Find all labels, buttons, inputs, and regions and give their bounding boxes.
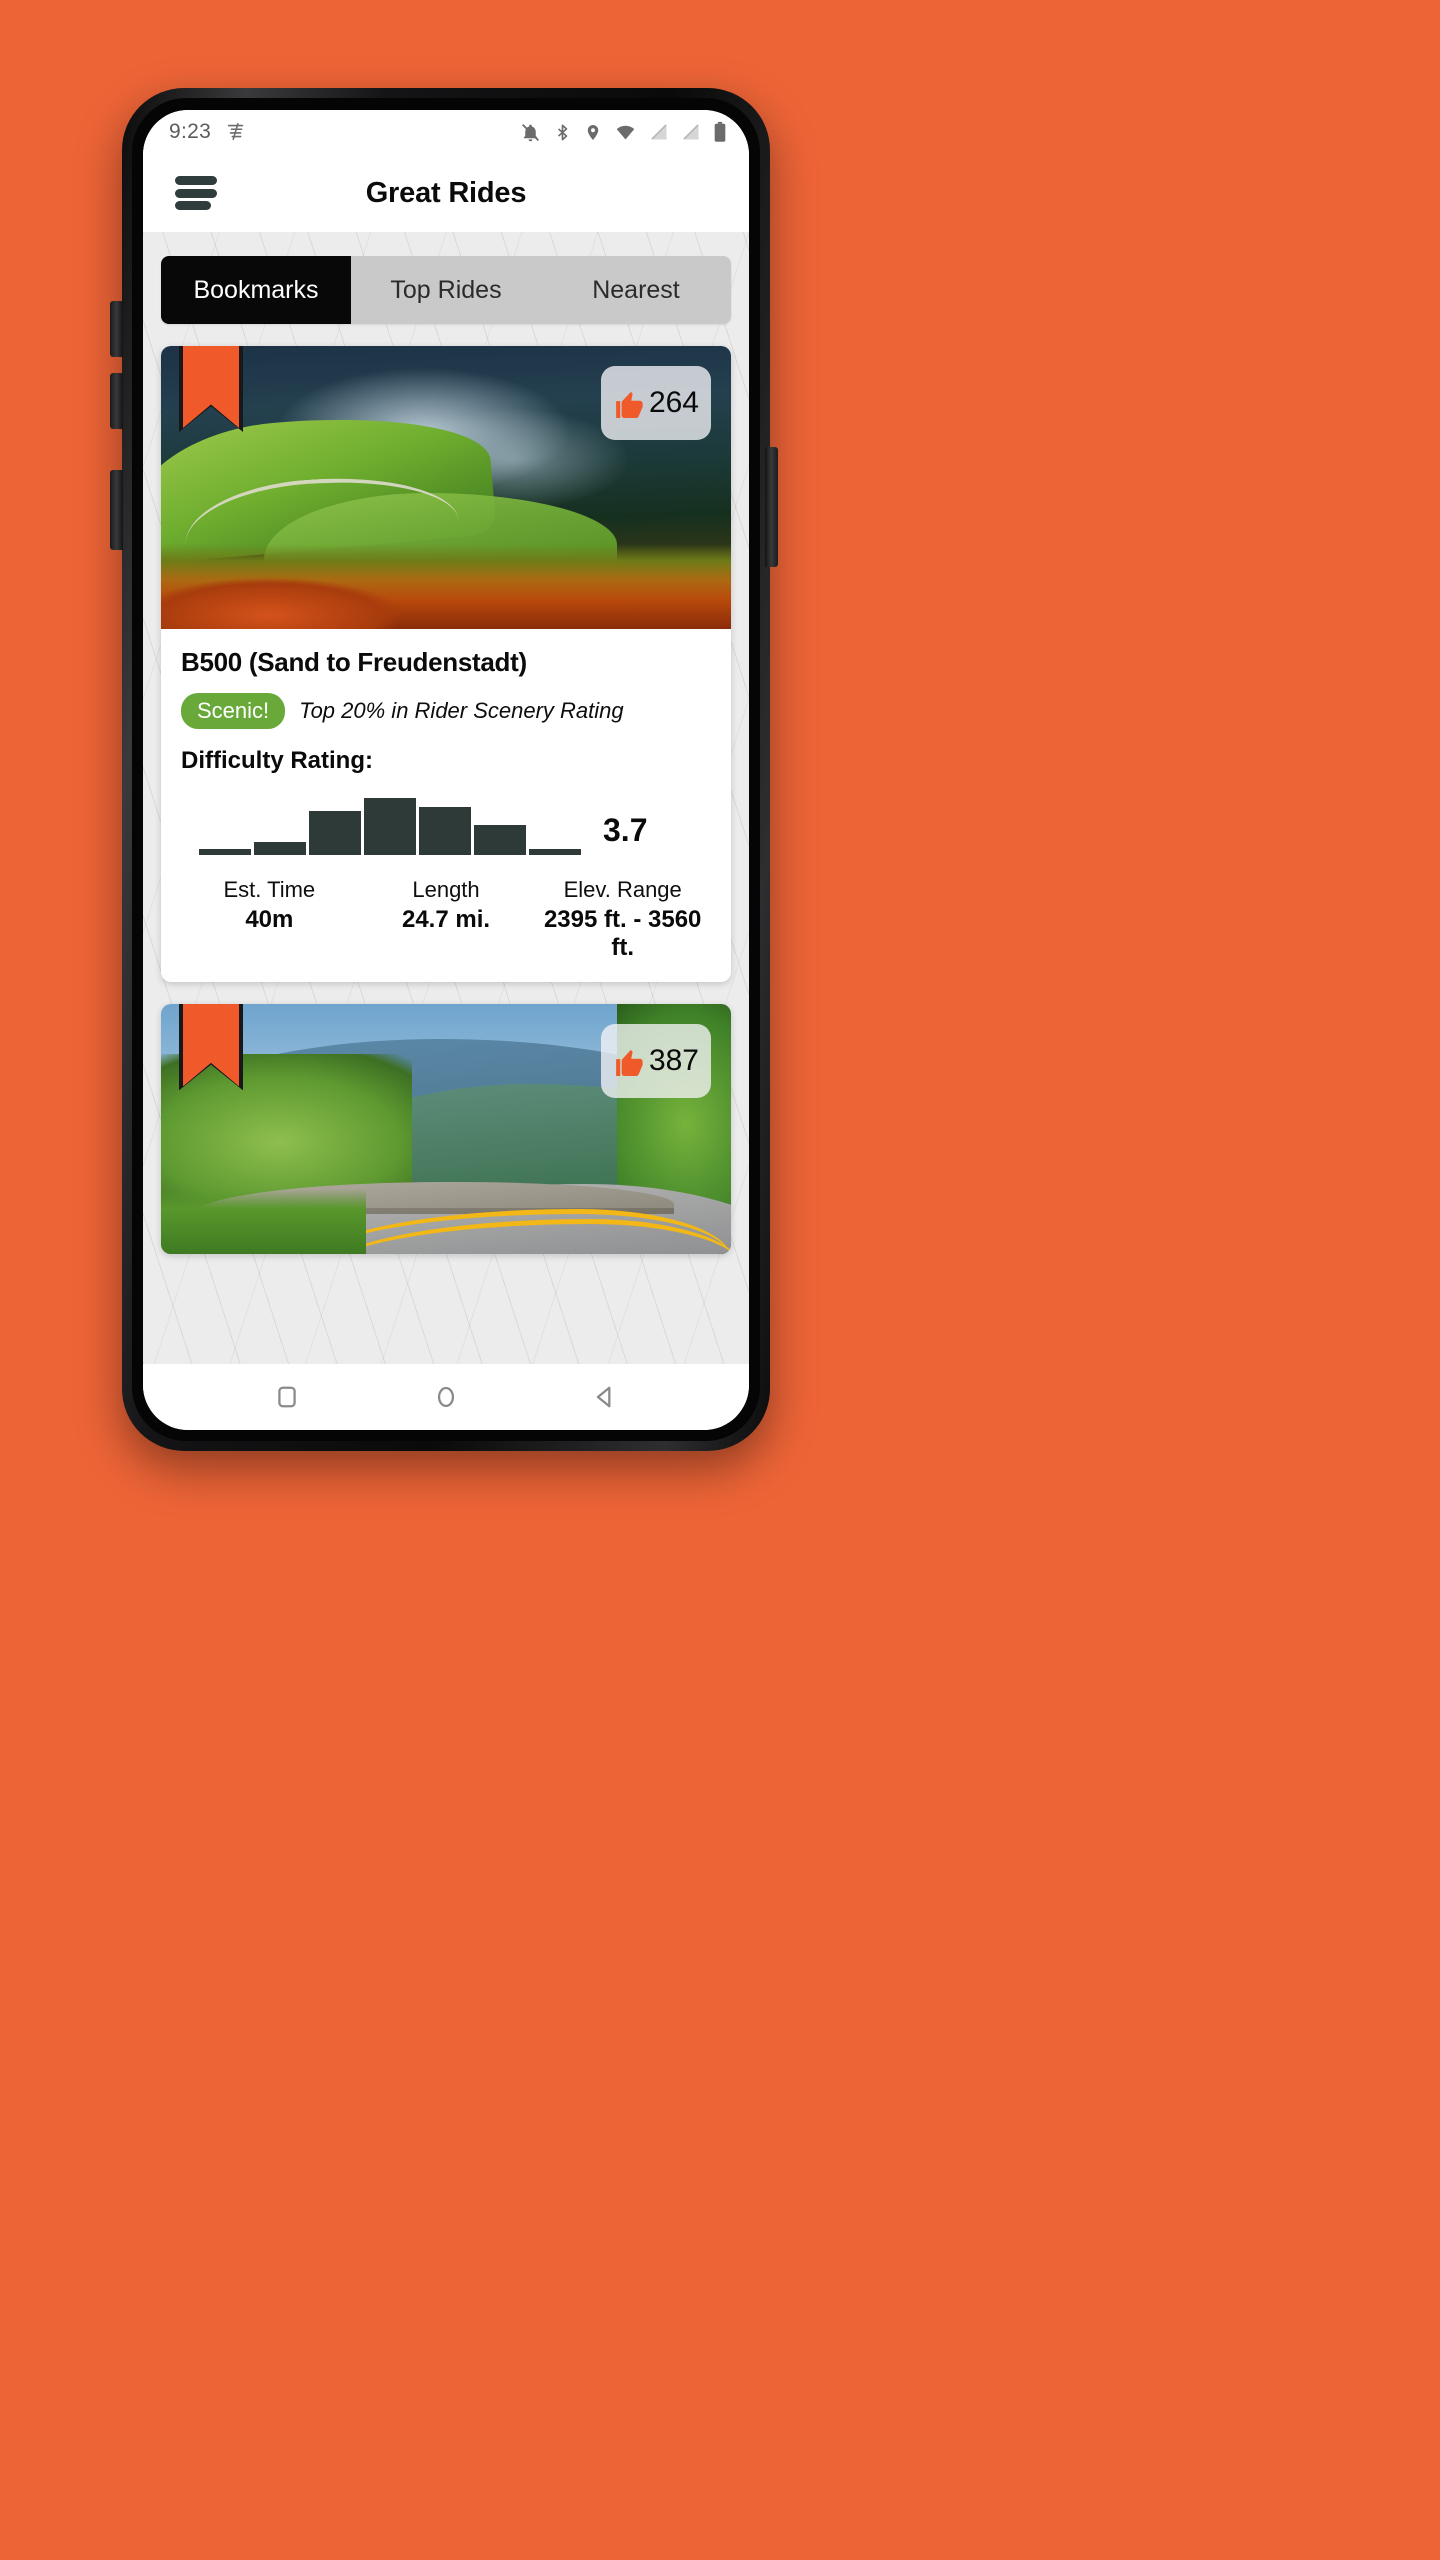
stat-value: 24.7 mi. xyxy=(401,906,491,934)
ride-card-body: B500 (Sand to Freudenstadt) Scenic! Top … xyxy=(161,629,731,982)
signal-off-icon xyxy=(651,124,667,140)
wifi-icon xyxy=(616,125,635,140)
ride-title: B500 (Sand to Freudenstadt) xyxy=(181,647,527,677)
histogram-bar xyxy=(529,848,581,856)
difficulty-value: 3.7 xyxy=(603,812,648,849)
blue-ridge-curve-road-photo: 387 xyxy=(161,1004,731,1255)
stat-label: Est. Time xyxy=(223,877,316,903)
ride-card[interactable]: 264 B500 (Sand to Freudenstadt) Scenic! … xyxy=(161,346,731,983)
hamburger-menu-icon[interactable] xyxy=(175,176,221,210)
stat-value: 2395 ft. - 3560 ft. xyxy=(543,906,702,962)
vibrate-icon xyxy=(227,122,244,141)
battery-icon xyxy=(714,121,726,142)
difficulty-histogram xyxy=(199,789,581,856)
ride-card[interactable]: 387 xyxy=(161,1004,731,1255)
like-badge[interactable]: 264 xyxy=(600,366,711,440)
menu-line-2 xyxy=(175,188,217,198)
ride-card-list: 264 B500 (Sand to Freudenstadt) Scenic! … xyxy=(161,346,731,1255)
android-nav-bar xyxy=(143,1364,749,1430)
status-left-icons xyxy=(225,121,247,143)
bluetooth-icon xyxy=(557,124,568,140)
stat-elev-range: Elev. Range 2395 ft. - 3560 ft. xyxy=(534,877,711,962)
tab-top-rides[interactable]: Top Rides xyxy=(351,256,541,324)
status-right-icons xyxy=(520,121,727,143)
like-count: 264 xyxy=(648,386,699,419)
histogram-bar xyxy=(474,824,526,856)
menu-line-3 xyxy=(175,201,211,210)
back-triangle-icon[interactable] xyxy=(592,1384,618,1410)
ride-tag-row: Scenic! Top 20% in Rider Scenery Rating xyxy=(181,693,711,730)
location-pin-icon xyxy=(587,124,599,140)
page-title: Great Rides xyxy=(365,176,527,209)
histogram-bar xyxy=(419,807,471,856)
histogram-bar xyxy=(199,848,251,856)
home-circle-icon[interactable] xyxy=(433,1384,459,1410)
stat-label: Elev. Range xyxy=(563,877,682,903)
like-badge[interactable]: 387 xyxy=(600,1024,711,1099)
like-count: 387 xyxy=(648,1044,699,1078)
phone-screen: 9:23 Great Rides Bookmarks Top Rides Nea… xyxy=(143,110,749,1430)
volume-up-button[interactable] xyxy=(110,301,123,357)
histogram-bar xyxy=(254,842,306,856)
stat-length: Length 24.7 mi. xyxy=(358,877,535,962)
status-time: 9:23 xyxy=(169,120,212,143)
difficulty-histogram-row: 3.7 xyxy=(181,789,711,856)
tab-bookmarks[interactable]: Bookmarks xyxy=(161,256,351,324)
app-bar: Great Rides xyxy=(143,154,749,232)
thumbs-up-icon xyxy=(616,391,643,418)
thumbs-up-icon xyxy=(616,1050,643,1077)
notifications-off-icon xyxy=(522,123,539,141)
stat-label: Length xyxy=(412,877,480,903)
histogram-bar xyxy=(364,798,416,856)
power-button[interactable] xyxy=(765,447,778,567)
ride-tag-note: Top 20% in Rider Scenery Rating xyxy=(299,698,624,724)
assistant-button[interactable] xyxy=(110,470,123,550)
stat-est-time: Est. Time 40m xyxy=(181,877,358,962)
tab-nearest[interactable]: Nearest xyxy=(541,256,731,324)
status-badge-scenic: Scenic! xyxy=(181,693,286,730)
difficulty-rating-label: Difficulty Rating: xyxy=(181,747,373,775)
stat-value: 40m xyxy=(245,906,294,934)
histogram-bar xyxy=(309,811,361,856)
photo-canopy-2 xyxy=(161,578,401,629)
volume-down-button[interactable] xyxy=(110,373,123,429)
menu-line-1 xyxy=(175,176,217,185)
autumn-valley-road-photo: 264 xyxy=(161,346,731,629)
signal-off-2-icon xyxy=(683,124,699,140)
segmented-tab-bar: Bookmarks Top Rides Nearest xyxy=(161,256,731,324)
ride-stats-row: Est. Time 40m Length 24.7 mi. Elev. Rang… xyxy=(181,877,711,962)
recents-square-icon[interactable] xyxy=(274,1384,300,1410)
photo-grass xyxy=(161,1189,367,1255)
bookmark-ribbon-icon[interactable] xyxy=(183,346,239,428)
status-bar: 9:23 xyxy=(143,110,749,154)
content-scroll-area[interactable]: Bookmarks Top Rides Nearest 264 B500 (Sa… xyxy=(143,232,749,1364)
